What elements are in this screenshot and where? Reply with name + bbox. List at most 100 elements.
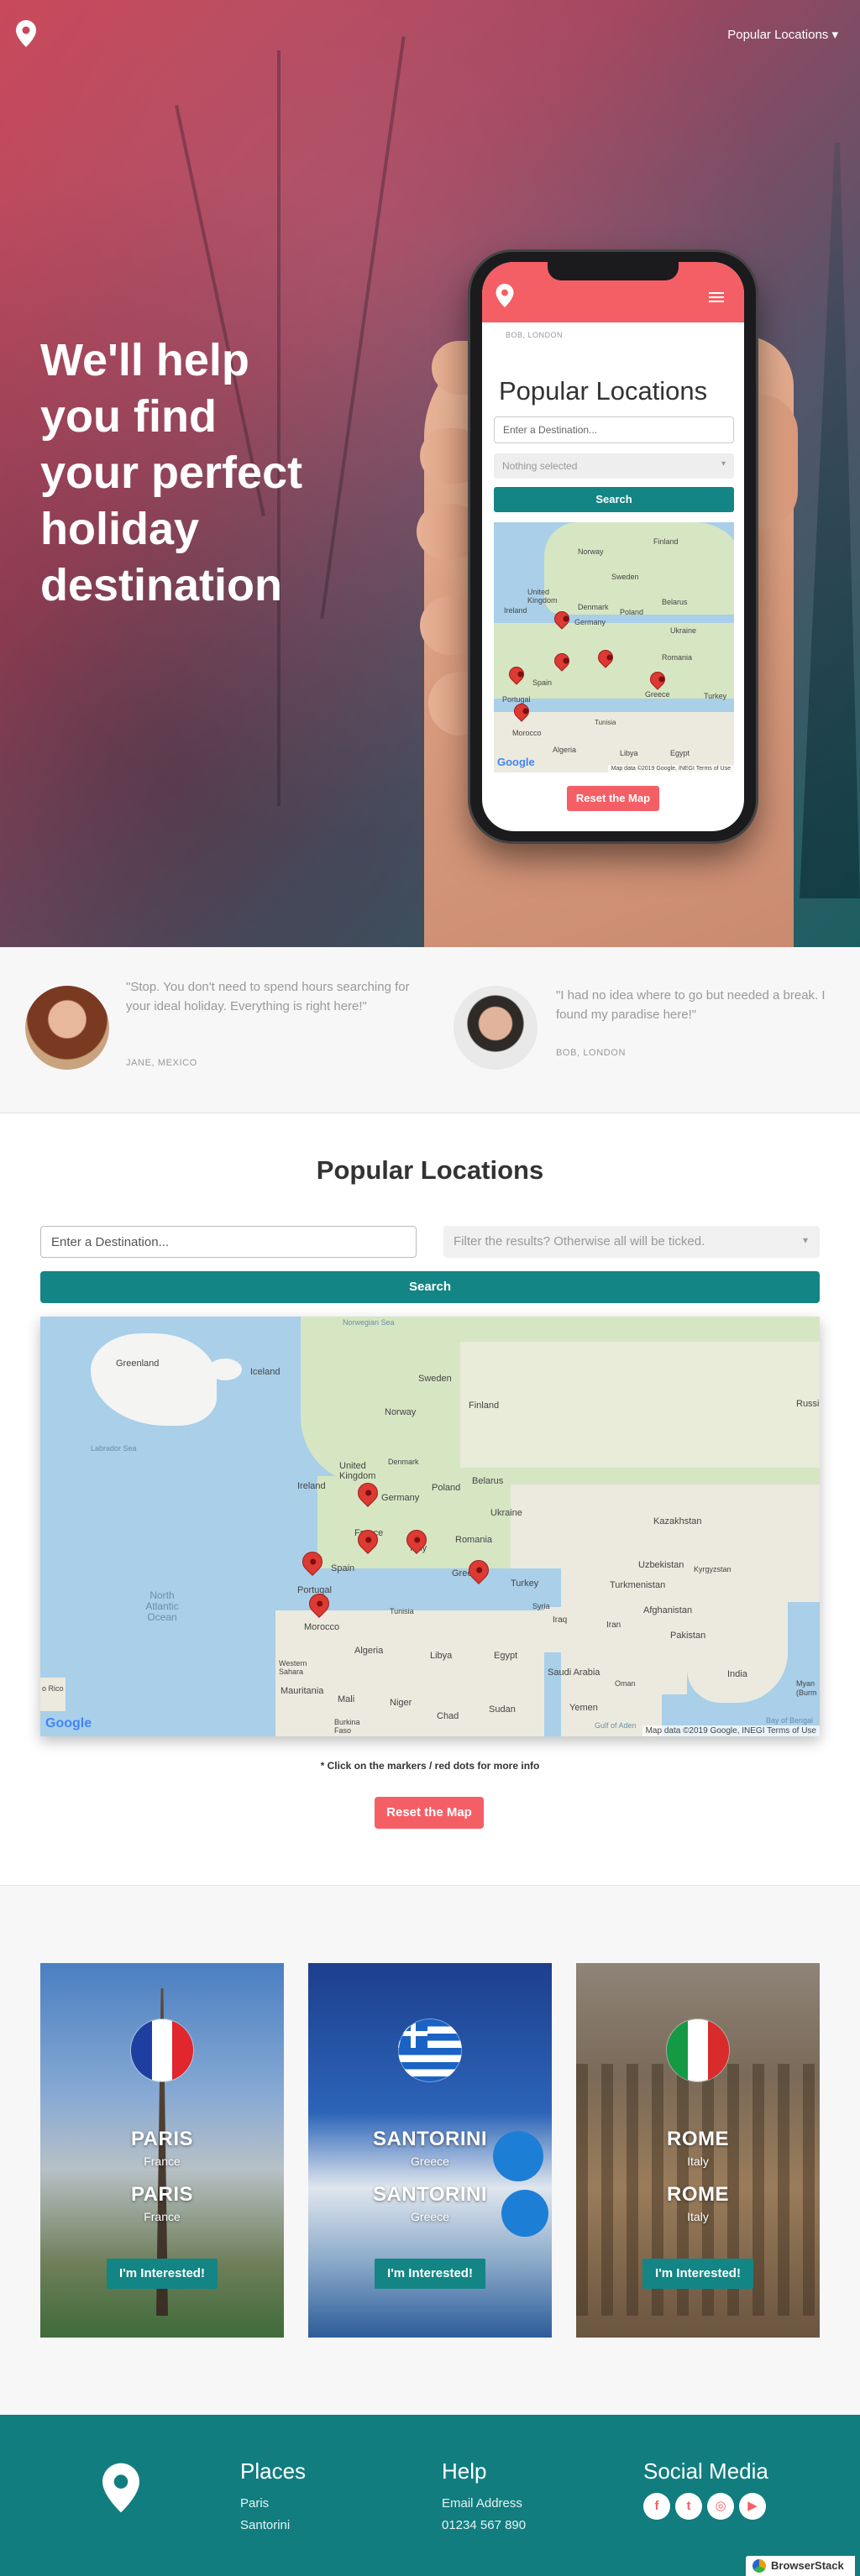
map-label: Belarus: [662, 598, 688, 606]
interested-button[interactable]: I'm Interested!: [375, 2259, 485, 2289]
map-label: Egypt: [670, 749, 690, 757]
hero-title: We'll help you find your perfect holiday…: [40, 335, 303, 610]
map-label: Greece: [645, 690, 670, 699]
footer-link-santorini[interactable]: Santorini: [240, 2515, 306, 2537]
map-label: Ireland: [504, 606, 527, 615]
map-label: Algeria: [553, 746, 577, 754]
map-label: Kazakhstan: [653, 1516, 702, 1526]
map-label: Saudi Arabia: [548, 1668, 600, 1678]
map-label: Morocco: [304, 1622, 340, 1632]
card-country: Greece: [411, 2155, 449, 2168]
map-land-caribbean: [40, 1678, 66, 1711]
map-label: Kyrgyzstan: [694, 1565, 732, 1573]
map-label: Algeria: [354, 1646, 384, 1656]
map-label: Oman: [615, 1679, 636, 1688]
map-land: [494, 623, 734, 699]
map-pin-icon[interactable]: [15, 20, 37, 47]
phone-search-button: Search: [494, 487, 734, 512]
filter-select[interactable]: Filter the results? Otherwise all will b…: [443, 1226, 820, 1258]
phone-attribution: BOB, LONDON: [506, 331, 564, 339]
map-label: Pakistan: [670, 1631, 706, 1641]
map-label: Romania: [455, 1535, 493, 1545]
avatar: [454, 986, 538, 1070]
section-title: Popular Locations: [316, 1155, 544, 1185]
phone-destination-input: Enter a Destination...: [494, 416, 734, 443]
map-label: Iran: [606, 1620, 621, 1630]
footer-heading: Help: [442, 2458, 487, 2484]
google-logo: Google: [497, 756, 535, 768]
footer-link-phone[interactable]: 01234 567 890: [442, 2515, 526, 2537]
footer-social: Social Media f t ◎ ▶: [643, 2458, 768, 2520]
map-label: Gulf of Aden: [595, 1721, 637, 1730]
map-label: Ukraine: [670, 626, 697, 635]
footer-help: Help Email Address 01234 567 890: [442, 2458, 526, 2537]
facebook-icon[interactable]: f: [643, 2493, 670, 2520]
phone-mockup: BOB, LONDON Popular Locations Enter a De…: [470, 252, 756, 841]
google-logo: Google: [45, 1716, 92, 1730]
avatar: [25, 986, 109, 1070]
card-country: Italy: [687, 2155, 709, 2168]
footer-link-paris[interactable]: Paris: [240, 2493, 306, 2515]
youtube-icon[interactable]: ▶: [739, 2493, 766, 2520]
map-land-india: [687, 1594, 788, 1703]
popular-locations-dropdown[interactable]: Popular Locations ▾: [727, 27, 838, 42]
map-label: Mauritania: [281, 1686, 324, 1696]
map-label: Russia: [796, 1399, 820, 1409]
map-label: Poland: [432, 1483, 461, 1493]
map-water-red-sea: [544, 1652, 561, 1736]
phone-screen: BOB, LONDON Popular Locations Enter a De…: [482, 262, 744, 831]
destination-input[interactable]: Enter a Destination...: [40, 1226, 417, 1258]
interested-button[interactable]: I'm Interested!: [107, 2259, 218, 2289]
map-attribution[interactable]: Map data ©2019 Google, INEGI Terms of Us…: [642, 1725, 820, 1736]
map-label: Turkey: [704, 692, 727, 700]
map-label: Iceland: [250, 1367, 281, 1377]
map-label: Finland: [653, 537, 679, 546]
map-label: Portugal: [502, 695, 531, 704]
card-city: PARIS: [130, 2128, 194, 2150]
map-label: Bay of Bengal: [766, 1716, 814, 1725]
locations-map[interactable]: Norwegian Sea Greenland Iceland Sweden F…: [40, 1317, 820, 1736]
search-button[interactable]: Search: [40, 1271, 820, 1303]
interested-button[interactable]: I'm Interested!: [642, 2259, 753, 2289]
card-city: SANTORINI: [372, 2183, 488, 2206]
popular-locations-section: Popular Locations Enter a Destination...…: [0, 1113, 860, 1886]
map-label: United Kingdom: [339, 1461, 376, 1481]
map-label: Sweden: [611, 573, 639, 581]
map-label: Turkmenistan: [610, 1580, 666, 1590]
instagram-icon[interactable]: ◎: [707, 2493, 734, 2520]
phone-filter-select: Nothing selected: [494, 453, 734, 479]
map-label: Denmark: [388, 1458, 419, 1466]
twitter-icon[interactable]: t: [675, 2493, 702, 2520]
map-label: Germany: [381, 1493, 420, 1503]
map-label: Libya: [430, 1651, 453, 1661]
phone-map: Finland Norway Sweden United Kingdom Den…: [494, 522, 734, 772]
map-label: Morocco: [512, 729, 542, 737]
testimonial-quote: "I had no idea where to go but needed a …: [556, 988, 826, 1022]
map-label: Greenland: [116, 1359, 160, 1369]
map-label: Turkey: [511, 1579, 539, 1589]
card-city: PARIS: [130, 2183, 194, 2206]
footer-link-email[interactable]: Email Address: [442, 2493, 526, 2515]
map-label: Mali: [338, 1694, 355, 1704]
map-label: Spain: [532, 678, 553, 687]
destination-card-rome: ROME Italy ROME Italy I'm Interested!: [576, 1963, 820, 2338]
map-attribution: Map data ©2019 Google, INEGI Terms of Us…: [607, 765, 734, 772]
footer-heading: Places: [240, 2458, 307, 2484]
map-label: Romania: [662, 653, 693, 662]
map-label: Libya: [620, 749, 638, 757]
card-city: ROME: [667, 2183, 729, 2206]
map-label: Norway: [385, 1407, 417, 1417]
map-label: Tunisia: [390, 1607, 414, 1615]
map-label: Niger: [390, 1698, 412, 1708]
filter-select-label: Filter the results? Otherwise all will b…: [454, 1234, 705, 1249]
italy-flag-icon: [666, 2018, 730, 2082]
hamburger-menu-icon: [709, 292, 724, 302]
browserstack-badge[interactable]: BrowserStack: [746, 2556, 855, 2576]
phone-reset-button: Reset the Map: [567, 786, 659, 811]
map-label: Burkina Faso: [334, 1718, 360, 1735]
chevron-down-icon: ▾: [802, 1234, 808, 1246]
map-label: Poland: [620, 608, 644, 616]
reset-map-button[interactable]: Reset the Map: [375, 1797, 484, 1829]
phone-header: [482, 262, 744, 322]
map-pin-icon: [496, 284, 514, 307]
